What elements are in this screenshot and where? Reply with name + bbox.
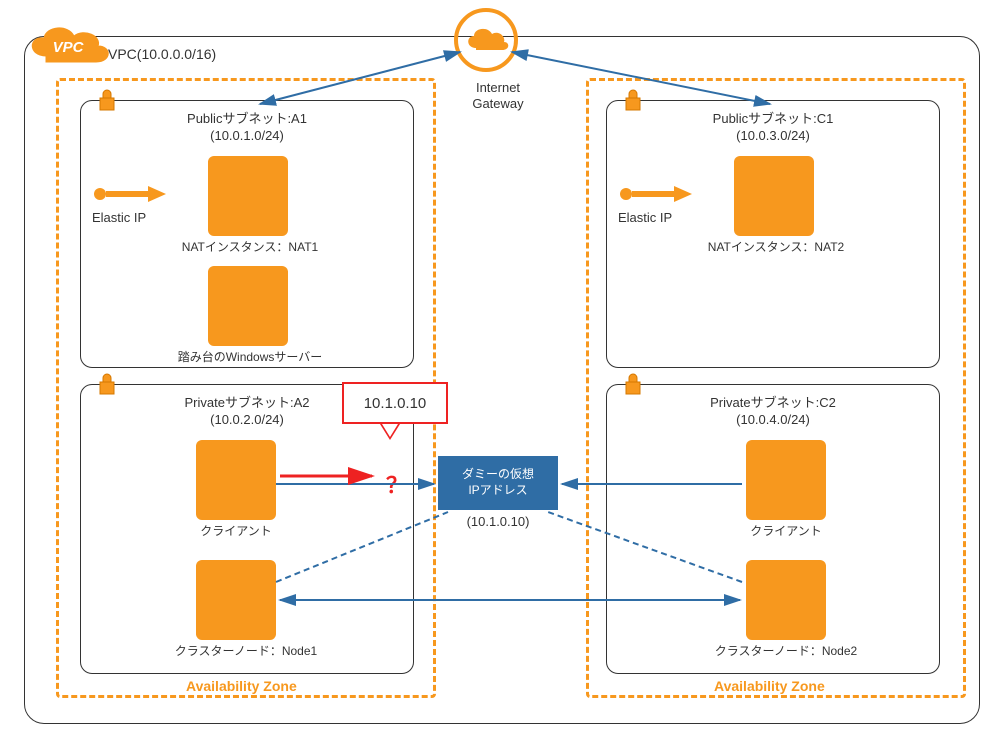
subnet-c1-title: Publicサブネット:C1 (10.0.3.0/24)	[607, 111, 939, 145]
internet-gateway-label: Internet Gateway	[448, 80, 548, 111]
client-a2-box	[196, 440, 276, 520]
elastic-ip-label-a1: Elastic IP	[92, 210, 146, 225]
elastic-ip-icon	[618, 184, 698, 204]
subnet-c2-name: Privateサブネット:C2	[710, 395, 836, 410]
subnet-c2-cidr: (10.0.4.0/24)	[736, 412, 810, 427]
callout-ip: 10.1.0.10	[342, 382, 448, 424]
nat1-label: NATインスタンス：NAT1	[140, 238, 360, 255]
nat2-label: NATインスタンス：NAT2	[666, 238, 886, 255]
dummy-vip-ip: (10.1.0.10)	[438, 514, 558, 529]
node2-box	[746, 560, 826, 640]
subnet-a2-cidr: (10.0.2.0/24)	[210, 412, 284, 427]
az-label-left: Availability Zone	[186, 678, 297, 694]
lock-icon	[620, 86, 646, 112]
subnet-c1-cidr: (10.0.3.0/24)	[736, 128, 810, 143]
node1-label: クラスターノード：Node1	[146, 642, 346, 659]
az-label-right: Availability Zone	[714, 678, 825, 694]
subnet-c2-title: Privateサブネット:C2 (10.0.4.0/24)	[607, 395, 939, 429]
nat2-box	[734, 156, 814, 236]
node2-label: クラスターノード：Node2	[686, 642, 886, 659]
subnet-a1-title: Publicサブネット:A1 (10.0.1.0/24)	[81, 111, 413, 145]
lock-icon	[94, 86, 120, 112]
bastion-box	[208, 266, 288, 346]
subnet-a1-name: Publicサブネット:A1	[187, 111, 307, 126]
elastic-ip-icon	[92, 184, 172, 204]
client-c2-label: クライアント	[716, 522, 856, 539]
lock-icon	[94, 370, 120, 396]
bastion-label: 踏み台のWindowsサーバー	[140, 348, 360, 365]
dummy-vip-box: ダミーの仮想 IPアドレス	[438, 456, 558, 510]
elastic-ip-label-c1: Elastic IP	[618, 210, 672, 225]
client-c2-box	[746, 440, 826, 520]
subnet-c1-name: Publicサブネット:C1	[713, 111, 834, 126]
nat1-box	[208, 156, 288, 236]
question-mark: ？	[386, 468, 408, 500]
subnet-a1-cidr: (10.0.1.0/24)	[210, 128, 284, 143]
vpc-badge-icon: VPC	[24, 22, 112, 71]
lock-icon	[620, 370, 646, 396]
internet-gateway-icon	[454, 8, 518, 75]
diagram-canvas: VPC VPC(10.0.0.0/16) Internet Gateway Av…	[0, 0, 999, 731]
subnet-a2-name: Privateサブネット:A2	[185, 395, 310, 410]
client-a2-label: クライアント	[166, 522, 306, 539]
vpc-label: VPC(10.0.0.0/16)	[108, 46, 216, 62]
node1-box	[196, 560, 276, 640]
vpc-badge-text: VPC	[53, 39, 85, 56]
callout-tail-inner-icon	[382, 424, 398, 437]
